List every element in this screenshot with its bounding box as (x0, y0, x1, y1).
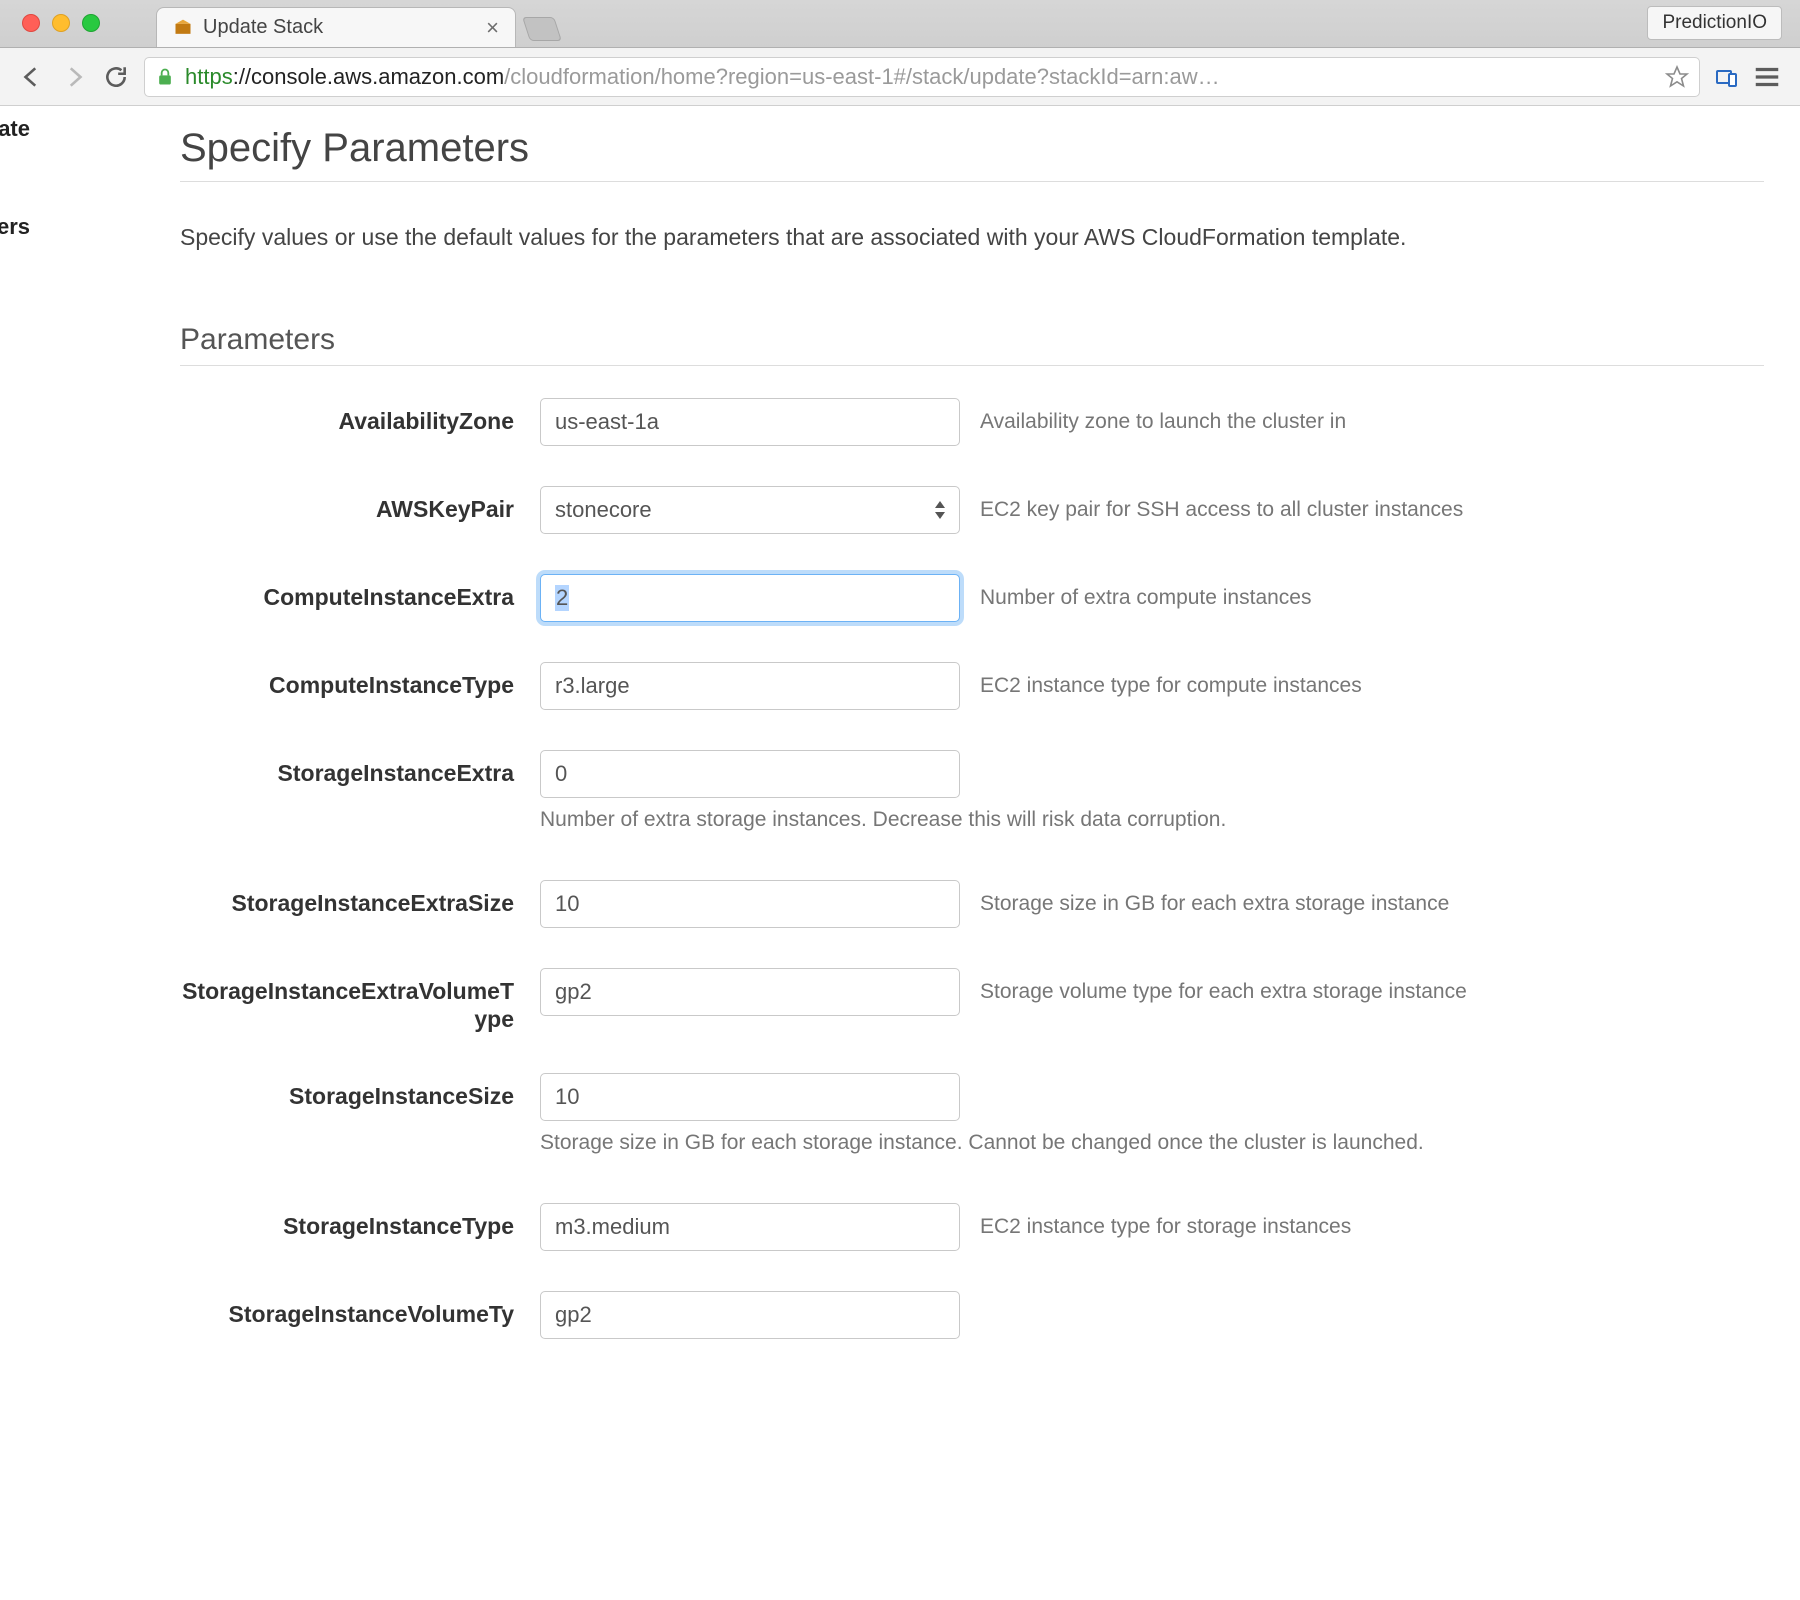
device-mode-icon[interactable] (1714, 65, 1738, 89)
forward-button[interactable] (60, 63, 88, 91)
page-intro: Specify values or use the default values… (180, 222, 1764, 253)
storage-instance-extra-volume-type-input[interactable]: gp2 (540, 968, 960, 1016)
bookmark-star-icon[interactable] (1665, 65, 1689, 89)
param-label: AvailabilityZone (180, 398, 540, 435)
profile-button[interactable]: PredictionIO (1647, 6, 1782, 40)
url-text: https://console.aws.amazon.com/cloudform… (185, 64, 1655, 90)
page-body: mplate ers Specify Parameters Specify va… (0, 106, 1800, 1600)
param-row-storage-instance-extra-volume-type: StorageInstanceExtraVolumeType gp2 Stora… (180, 968, 1764, 1033)
param-row-aws-key-pair: AWSKeyPair stonecore EC2 key pair for SS… (180, 486, 1764, 534)
param-help: Storage volume type for each extra stora… (980, 980, 1467, 1004)
param-label: ComputeInstanceType (180, 662, 540, 699)
left-nav-item-parameters[interactable]: ers (0, 214, 30, 240)
left-nav-cut: mplate ers (0, 106, 30, 1600)
browser-chrome: Update Stack × PredictionIO https://cons… (0, 0, 1800, 106)
param-help: Storage size in GB for each storage inst… (540, 1131, 1424, 1155)
address-bar[interactable]: https://console.aws.amazon.com/cloudform… (144, 57, 1700, 97)
param-row-compute-instance-extra: ComputeInstanceExtra 2 Number of extra c… (180, 574, 1764, 622)
param-row-storage-instance-extra-size: StorageInstanceExtraSize 10 Storage size… (180, 880, 1764, 928)
url-ellipsis: … (1198, 64, 1220, 89)
compute-instance-extra-input[interactable]: 2 (540, 574, 960, 622)
param-label: StorageInstanceExtraSize (180, 880, 540, 917)
select-value: stonecore (555, 497, 652, 523)
storage-instance-volume-type-input[interactable]: gp2 (540, 1291, 960, 1339)
storage-instance-type-input[interactable]: m3.medium (540, 1203, 960, 1251)
lock-icon (155, 67, 175, 87)
tab-close-icon[interactable]: × (486, 17, 499, 39)
param-label: ComputeInstanceExtra (180, 574, 540, 611)
compute-instance-type-input[interactable]: r3.large (540, 662, 960, 710)
param-label: StorageInstanceExtraVolumeType (180, 968, 540, 1033)
param-row-storage-instance-type: StorageInstanceType m3.medium EC2 instan… (180, 1203, 1764, 1251)
select-arrows-icon (931, 498, 949, 522)
param-row-compute-instance-type: ComputeInstanceType r3.large EC2 instanc… (180, 662, 1764, 710)
window-controls (22, 14, 100, 32)
param-row-availability-zone: AvailabilityZone us-east-1a Availability… (180, 398, 1764, 446)
reload-button[interactable] (102, 63, 130, 91)
param-row-storage-instance-size: StorageInstanceSize 10 Storage size in G… (180, 1073, 1764, 1155)
browser-tab[interactable]: Update Stack × (156, 7, 516, 47)
url-path: /cloudformation/home?region=us-east-1#/s… (504, 64, 1197, 89)
main-content: Specify Parameters Specify values or use… (30, 106, 1800, 1600)
param-help: EC2 instance type for storage instances (980, 1215, 1351, 1239)
param-help: EC2 key pair for SSH access to all clust… (980, 498, 1463, 522)
param-label: StorageInstanceVolumeTy (180, 1291, 540, 1328)
param-label: AWSKeyPair (180, 486, 540, 523)
param-help: Storage size in GB for each extra storag… (980, 892, 1449, 916)
window-minimize-button[interactable] (52, 14, 70, 32)
aws-key-pair-select[interactable]: stonecore (540, 486, 960, 534)
param-label: StorageInstanceSize (180, 1073, 540, 1110)
param-row-storage-instance-volume-type: StorageInstanceVolumeTy gp2 (180, 1291, 1764, 1339)
storage-instance-extra-input[interactable]: 0 (540, 750, 960, 798)
url-scheme: https (185, 64, 233, 89)
url-host: ://console.aws.amazon.com (233, 64, 504, 89)
section-title: Parameters (180, 323, 1764, 366)
window-zoom-button[interactable] (82, 14, 100, 32)
tab-strip: Update Stack × PredictionIO (0, 0, 1800, 48)
menu-icon[interactable] (1752, 62, 1782, 92)
param-help: Number of extra storage instances. Decre… (540, 808, 1226, 832)
param-help: Availability zone to launch the cluster … (980, 410, 1346, 434)
browser-toolbar: https://console.aws.amazon.com/cloudform… (0, 48, 1800, 106)
availability-zone-input[interactable]: us-east-1a (540, 398, 960, 446)
param-help: EC2 instance type for compute instances (980, 674, 1362, 698)
new-tab-button[interactable] (522, 17, 562, 41)
back-button[interactable] (18, 63, 46, 91)
tab-title: Update Stack (203, 16, 323, 39)
aws-favicon-icon (173, 18, 193, 38)
window-close-button[interactable] (22, 14, 40, 32)
storage-instance-extra-size-input[interactable]: 10 (540, 880, 960, 928)
page-title: Specify Parameters (180, 126, 1764, 182)
param-label: StorageInstanceType (180, 1203, 540, 1240)
param-help: Number of extra compute instances (980, 586, 1312, 610)
input-selected-text: 2 (555, 585, 569, 611)
storage-instance-size-input[interactable]: 10 (540, 1073, 960, 1121)
left-nav-item-template[interactable]: mplate (0, 116, 30, 142)
param-row-storage-instance-extra: StorageInstanceExtra 0 Number of extra s… (180, 750, 1764, 832)
param-label: StorageInstanceExtra (180, 750, 540, 787)
